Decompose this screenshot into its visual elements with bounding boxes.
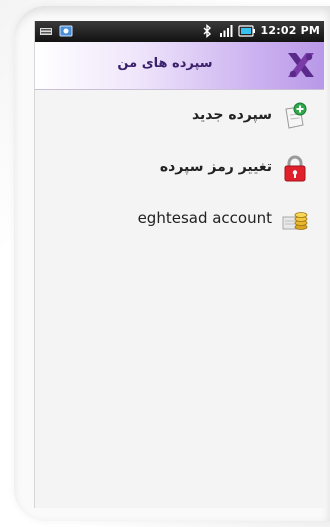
phone-screen: 12:02 PM سپرده های من سپرده جدید تغییر ر…	[34, 21, 324, 508]
title-bar: سپرده های من	[35, 42, 324, 90]
menu-list: سپرده جدید تغییر رمز سپرده eghtesad acco…	[35, 91, 324, 247]
device-frame: 12:02 PM سپرده های من سپرده جدید تغییر ر…	[0, 0, 330, 527]
menu-item-label: سپرده جدید	[191, 107, 272, 123]
lock-icon	[280, 153, 310, 183]
status-clock: 12:02 PM	[260, 24, 320, 37]
battery-icon	[237, 24, 256, 38]
menu-item-eghtesad-account[interactable]: eghtesad account	[35, 195, 324, 247]
new-document-plus-icon	[280, 101, 310, 131]
menu-item-label: تغییر رمز سپرده	[159, 159, 272, 175]
notification-icon	[39, 24, 53, 38]
menu-item-new-deposit[interactable]: سپرده جدید	[35, 91, 324, 143]
menu-item-change-password[interactable]: تغییر رمز سپرده	[35, 143, 324, 195]
signal-icon	[219, 24, 233, 38]
menu-item-label: eghtesad account	[137, 209, 272, 227]
bluetooth-icon	[200, 24, 214, 38]
account-coins-icon	[280, 205, 310, 235]
image-icon	[59, 24, 73, 38]
bank-logo-icon	[284, 49, 318, 83]
page-title: سپرده های من	[117, 56, 213, 71]
status-bar: 12:02 PM	[35, 21, 324, 42]
